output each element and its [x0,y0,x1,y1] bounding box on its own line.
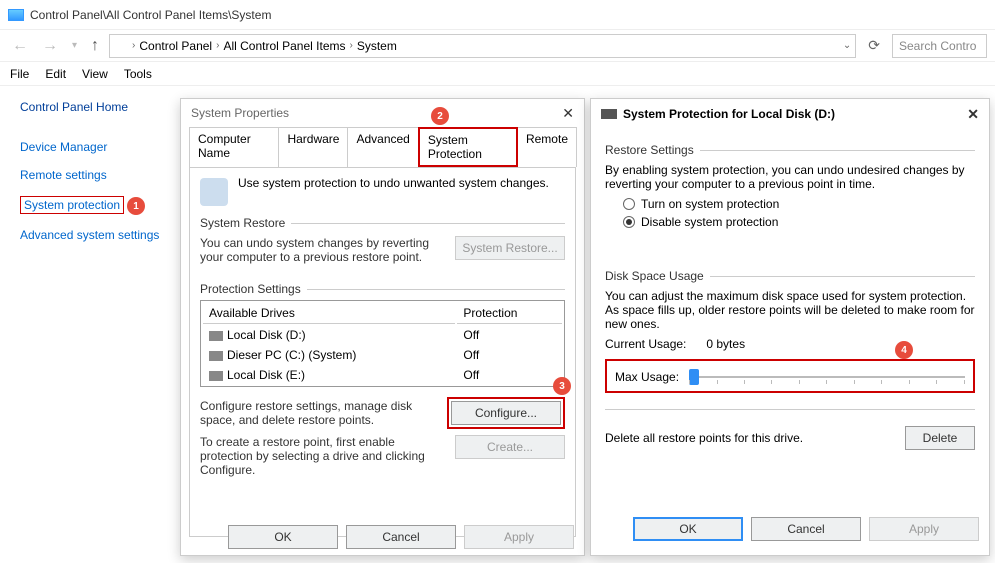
system-icon [8,9,24,21]
disk-icon [601,109,617,119]
configure-highlight: Configure... 3 [447,397,565,429]
group-restore-settings: Restore Settings [605,143,694,157]
breadcrumb-root[interactable]: Control Panel [139,39,212,53]
marker-1: 1 [127,197,145,215]
radio-disable-label: Disable system protection [641,215,778,229]
breadcrumb[interactable]: › Control Panel › All Control Panel Item… [109,34,856,58]
cancel-button[interactable]: Cancel [751,517,861,541]
menu-view[interactable]: View [82,67,108,81]
dialog-system-protection-disk: System Protection for Local Disk (D:) ✕ … [590,98,990,556]
system-restore-button[interactable]: System Restore... [455,236,565,260]
col-protection: Protection [457,303,562,324]
dialog1-intro: Use system protection to undo unwanted s… [238,176,549,190]
table-row[interactable]: Local Disk (D:) Off [203,326,562,344]
sidebar-item-home[interactable]: Control Panel Home [20,100,174,114]
tab-advanced[interactable]: Advanced [347,127,418,167]
chevron-right-icon[interactable]: › [216,40,219,51]
max-usage-label: Max Usage: [615,370,679,384]
close-icon[interactable]: ✕ [562,105,574,122]
current-usage-label: Current Usage: [605,337,686,351]
nav-recent-icon[interactable]: ▾ [68,40,81,51]
breadcrumb-leaf[interactable]: System [357,39,397,53]
sidebar-item-system-protection-highlight: System protection 1 [20,196,124,214]
drive-name: Local Disk (D:) [227,328,306,342]
chevron-right-icon[interactable]: › [132,40,135,51]
cancel-button[interactable]: Cancel [346,525,456,549]
drive-name: Local Disk (E:) [227,368,305,382]
sidebar-item-system-protection[interactable]: System protection [24,198,120,212]
window-titlebar: Control Panel\All Control Panel Items\Sy… [0,0,995,30]
ok-button[interactable]: OK [633,517,743,541]
current-usage-value: 0 bytes [706,337,745,351]
delete-text: Delete all restore points for this drive… [605,431,803,445]
chevron-down-icon[interactable]: ⌄ [843,40,851,51]
marker-2: 2 [431,107,449,125]
create-text: To create a restore point, first enable … [200,435,447,477]
sidebar-item-device-manager[interactable]: Device Manager [20,140,174,154]
apply-button[interactable]: Apply [464,525,574,549]
max-usage-slider[interactable] [689,367,965,387]
dialog1-tabs: Computer Name Hardware Advanced System P… [181,127,584,167]
disk-icon [209,351,223,361]
refresh-icon[interactable]: ⟳ [862,37,886,54]
radio-turn-on-label: Turn on system protection [641,197,779,211]
restore-shield-icon [200,178,228,206]
table-row[interactable]: Local Disk (E:) Off [203,366,562,384]
disk-icon [209,331,223,341]
nav-up-icon[interactable]: ↑ [87,37,103,55]
menu-edit[interactable]: Edit [45,67,66,81]
configure-button[interactable]: Configure... [451,401,561,425]
create-button[interactable]: Create... [455,435,565,459]
tab-remote[interactable]: Remote [517,127,577,167]
menu-tools[interactable]: Tools [124,67,152,81]
radio-disable[interactable]: Disable system protection [623,215,975,229]
tab-computer-name[interactable]: Computer Name [189,127,279,167]
max-usage-highlight: 4 Max Usage: [605,359,975,393]
sidebar-item-advanced[interactable]: Advanced system settings [20,228,174,242]
group-system-restore: System Restore [200,216,285,230]
drive-protection: Off [457,366,562,384]
search-placeholder: Search Contro [899,39,976,53]
group-protection-settings: Protection Settings [200,282,301,296]
drive-protection: Off [457,326,562,344]
nav-forward-icon[interactable]: → [38,37,62,55]
dialog2-title: System Protection for Local Disk (D:) [623,107,835,121]
search-input[interactable]: Search Contro [892,34,987,58]
breadcrumb-icon [114,41,128,51]
drives-table: Available DrivesProtection Local Disk (D… [200,300,565,387]
marker-4: 4 [895,341,913,359]
chevron-right-icon[interactable]: › [350,40,353,51]
marker-3: 3 [553,377,571,395]
system-restore-text: You can undo system changes by reverting… [200,236,447,264]
table-row[interactable]: Dieser PC (C:) (System) Off [203,346,562,364]
menubar: File Edit View Tools [0,62,995,86]
close-icon[interactable]: ✕ [967,106,979,123]
window-title: Control Panel\All Control Panel Items\Sy… [30,8,271,22]
drive-name: Dieser PC (C:) (System) [227,348,356,362]
nav-row: ← → ▾ ↑ › Control Panel › All Control Pa… [0,30,995,62]
group-disk-space: Disk Space Usage [605,269,704,283]
breadcrumb-mid[interactable]: All Control Panel Items [223,39,345,53]
configure-text: Configure restore settings, manage disk … [200,399,439,427]
dialog-system-properties: System Properties ✕ Computer Name Hardwa… [180,98,585,556]
sidebar-item-remote-settings[interactable]: Remote settings [20,168,174,182]
ok-button[interactable]: OK [228,525,338,549]
disk-space-text: You can adjust the maximum disk space us… [605,289,975,331]
drive-protection: Off [457,346,562,364]
radio-turn-on[interactable]: Turn on system protection [623,197,975,211]
menu-file[interactable]: File [10,67,29,81]
tab-hardware[interactable]: Hardware [278,127,348,167]
col-available-drives: Available Drives [203,303,455,324]
delete-button[interactable]: Delete [905,426,975,450]
dialog1-title: System Properties [191,106,289,120]
apply-button[interactable]: Apply [869,517,979,541]
disk-icon [209,371,223,381]
restore-settings-text: By enabling system protection, you can u… [605,163,975,191]
tab-system-protection[interactable]: System Protection [418,127,518,167]
nav-back-icon[interactable]: ← [8,37,32,55]
sidebar: Control Panel Home Device Manager Remote… [0,86,174,563]
